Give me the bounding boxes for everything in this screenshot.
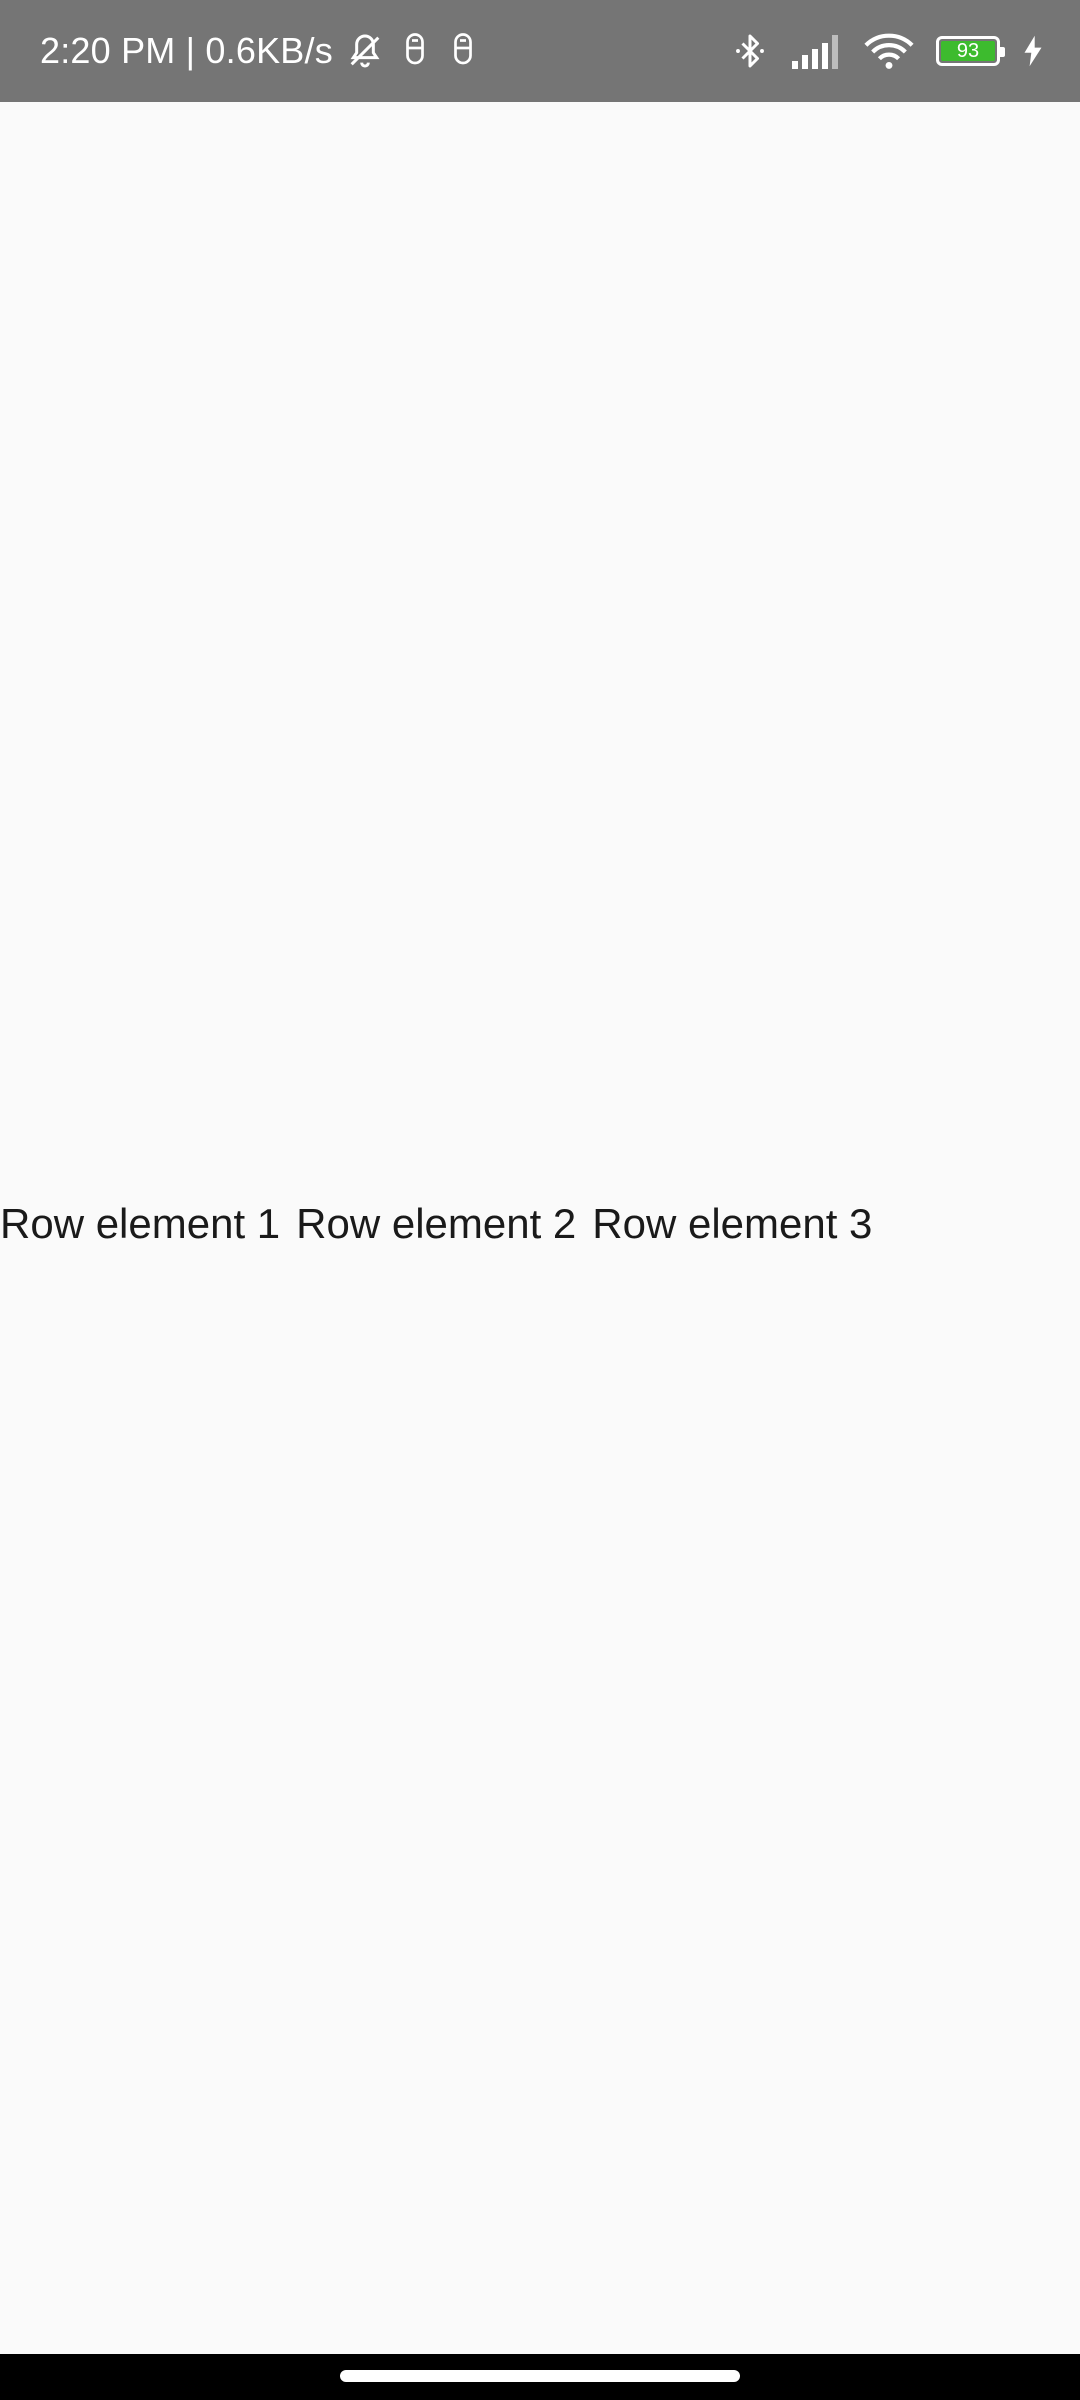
notification-app-icon	[445, 33, 481, 69]
screen: 2:20 PM | 0.6KB/s 93 Row element 1 Row e…	[0, 0, 1080, 2400]
bluetooth-icon	[732, 31, 768, 71]
signal-icon	[790, 33, 842, 69]
navigation-bar	[0, 2354, 1080, 2400]
status-right: 93	[732, 0, 1044, 102]
wifi-icon	[864, 31, 914, 71]
row-container: Row element 1 Row element 2 Row element …	[0, 1200, 872, 1248]
battery-icon: 93	[936, 36, 1005, 66]
status-bar: 2:20 PM | 0.6KB/s 93	[0, 0, 1080, 102]
battery-level: 93	[956, 40, 980, 62]
row-element-3: Row element 3	[592, 1200, 873, 1247]
notification-app-icon	[397, 33, 433, 69]
mute-bell-icon	[345, 31, 385, 71]
row-element-2: Row element 2	[296, 1200, 577, 1247]
row-element-1: Row element 1	[0, 1200, 281, 1247]
battery-tip	[1000, 47, 1005, 57]
home-indicator[interactable]	[340, 2370, 740, 2382]
charging-icon	[1022, 34, 1044, 68]
status-left: 2:20 PM | 0.6KB/s	[40, 0, 481, 102]
status-time-speed: 2:20 PM | 0.6KB/s	[40, 30, 333, 71]
